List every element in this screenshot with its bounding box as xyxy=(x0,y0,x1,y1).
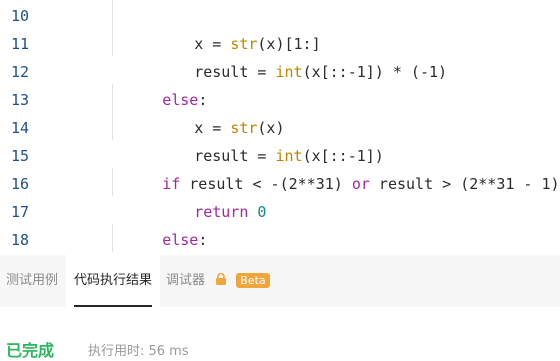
run-status: 已完成 xyxy=(6,341,55,360)
line-number: 12 xyxy=(10,63,30,81)
code-line: 11 result = int(x[::-1]) * (-1) xyxy=(0,30,560,81)
line-number: 13 xyxy=(10,91,30,109)
line-number: 17 xyxy=(10,203,30,221)
tab-test-cases[interactable]: 测试用例 xyxy=(6,255,58,307)
code-line: 12 else: xyxy=(0,58,560,109)
result-tab-bar: 测试用例 代码执行结果 调试器 Beta xyxy=(0,255,560,308)
line-number: 18 xyxy=(10,231,30,249)
line-number: 15 xyxy=(10,147,30,165)
code-line: 16 return 0 xyxy=(0,170,560,221)
code-line: 10 x = str(x)[1:] xyxy=(0,2,560,53)
code-line: 13 x = str(x) xyxy=(0,86,560,137)
lock-icon xyxy=(216,272,227,285)
beta-badge: Beta xyxy=(236,273,270,288)
run-result-panel: 已完成 执行用时: 56 ms xyxy=(0,307,560,360)
line-number: 16 xyxy=(10,175,30,193)
line-number: 14 xyxy=(10,119,30,137)
code-line: 18 return result xyxy=(0,226,560,254)
line-number: 10 xyxy=(10,7,30,25)
line-number: 11 xyxy=(10,35,30,53)
tab-debugger-label: 调试器 xyxy=(166,273,206,288)
code-text[interactable]: return result xyxy=(140,226,312,255)
code-line: 17 else: xyxy=(0,198,560,249)
code-line: 15 if result < -(2**31) or result > (2**… xyxy=(0,142,560,193)
tab-run-result[interactable]: 代码执行结果 xyxy=(66,255,161,307)
code-editor[interactable]: 10 x = str(x)[1:] 11 result = int(x[::-1… xyxy=(0,0,560,255)
tab-debugger[interactable]: 调试器 Beta xyxy=(166,255,270,307)
code-line: 14 result = int(x[::-1]) xyxy=(0,114,560,165)
